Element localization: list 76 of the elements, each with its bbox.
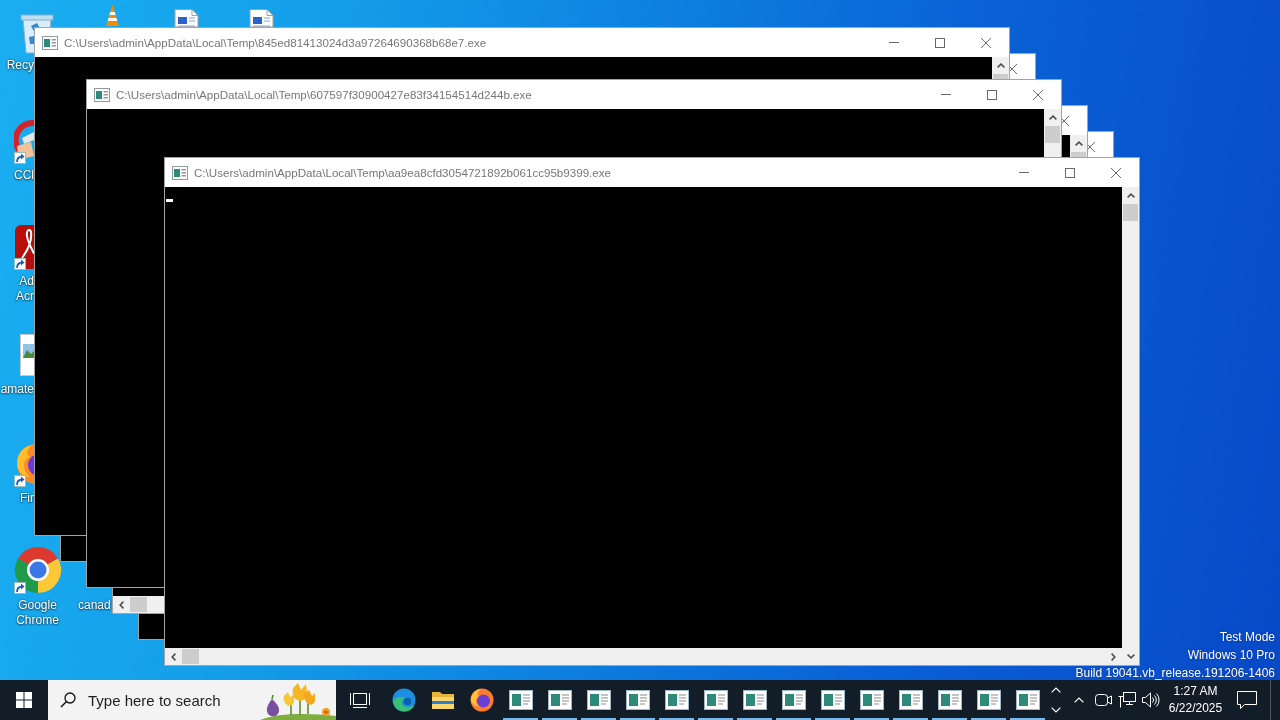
- console-window-icon: [586, 690, 611, 710]
- app-icon[interactable]: [14, 224, 34, 270]
- chevron-down-icon: [1051, 707, 1061, 713]
- clock-button[interactable]: 1:27 AM 6/22/2025: [1163, 680, 1228, 720]
- icon-label: Recy: [6, 58, 34, 73]
- console-window-icon: [898, 690, 923, 710]
- console-window-icon: [42, 34, 58, 51]
- caret-down-icon: [1126, 654, 1135, 659]
- minimize-icon: [889, 42, 899, 43]
- traffic-cone-icon[interactable]: [104, 4, 121, 27]
- network-icon: [1118, 692, 1136, 708]
- search-field[interactable]: Type here to search: [48, 680, 336, 720]
- close-icon: [1010, 63, 1017, 74]
- icon-label: Ad Acr: [16, 274, 34, 304]
- video-camera-icon: [1094, 693, 1112, 707]
- chevron-up-icon: [1051, 687, 1061, 693]
- console-window-icon: [937, 690, 962, 710]
- console-window-icon: [625, 690, 650, 710]
- window-title: C:\Users\admin\AppData\Local\Temp\845ed81413024d3a97264690368b68e7.exe: [64, 36, 487, 49]
- caret-left-icon: [171, 652, 176, 661]
- console-window-icon: [859, 690, 884, 710]
- maximize-icon: [935, 37, 945, 48]
- minimize-icon: [941, 94, 951, 95]
- caret-up-icon: [996, 63, 1005, 68]
- console-window-icon: [1015, 690, 1040, 710]
- browser-icon[interactable]: [13, 546, 62, 594]
- close-icon: [1111, 167, 1121, 178]
- console-window-icon: [508, 690, 533, 710]
- icon-label: canad: [78, 598, 111, 613]
- minimize-icon: [1019, 172, 1029, 173]
- scrollbar-thumb[interactable]: [130, 597, 147, 612]
- caret-right-icon: [1111, 652, 1116, 661]
- console-window-icon: [781, 690, 806, 710]
- scrollbar-thumb[interactable]: [182, 649, 199, 664]
- console-window-icon: [547, 690, 572, 710]
- search-icon: [60, 692, 76, 708]
- scrollbar-thumb[interactable]: [1071, 152, 1086, 157]
- window-title: C:\Users\admin\AppData\Local\Temp\607597f30900427e83f34154514d244b.exe: [116, 88, 532, 101]
- console-window-icon: [172, 164, 188, 181]
- console-window-icon: [94, 86, 110, 103]
- scrollbar-thumb[interactable]: [993, 74, 1008, 79]
- folder-icon: [430, 690, 455, 710]
- close-icon: [1088, 141, 1095, 152]
- icon-label: CCl: [14, 168, 34, 183]
- window-title: C:\Users\admin\AppData\Local\Temp\aa9ea8cfd3054721892b061cc95b9399.exe: [194, 166, 612, 179]
- scrollbar-thumb[interactable]: [1045, 126, 1060, 143]
- windows-logo-icon: [16, 692, 32, 708]
- browser-icon: [391, 688, 416, 712]
- icon-label: Google Chrome: [16, 598, 59, 628]
- volume-icon: [1142, 692, 1160, 708]
- console-window-icon: [820, 690, 845, 710]
- search-input[interactable]: Type here to search: [88, 680, 260, 720]
- maximize-icon: [1065, 167, 1075, 178]
- close-icon: [981, 37, 991, 48]
- console-window-icon: [976, 690, 1001, 710]
- console-window-icon: [664, 690, 689, 710]
- image-file-icon[interactable]: [20, 332, 34, 378]
- caret-left-icon: [119, 600, 124, 609]
- console-window-icon: [742, 690, 767, 710]
- maximize-icon: [987, 89, 997, 100]
- close-icon: [1062, 115, 1069, 126]
- system-info-text: Windows 10 Pro: [1187, 648, 1275, 662]
- scrollbar-thumb[interactable]: [1123, 204, 1138, 221]
- console-window-icon: [703, 690, 728, 710]
- task-view-icon: [350, 692, 370, 708]
- caret-up-icon: [1126, 193, 1135, 198]
- chevron-up-icon: [1074, 697, 1084, 703]
- caret-up-icon: [1074, 141, 1083, 146]
- system-info-text: Build 19041.vb_release.191206-1406: [1075, 666, 1275, 680]
- system-info-text: Test Mode: [1219, 630, 1275, 644]
- icon-label: Fir: [20, 491, 34, 506]
- caret-up-icon: [1048, 115, 1057, 120]
- icon-label: amate: [0, 382, 34, 397]
- notification-icon: [1237, 691, 1257, 709]
- close-icon: [1033, 89, 1043, 100]
- browser-icon: [469, 688, 494, 712]
